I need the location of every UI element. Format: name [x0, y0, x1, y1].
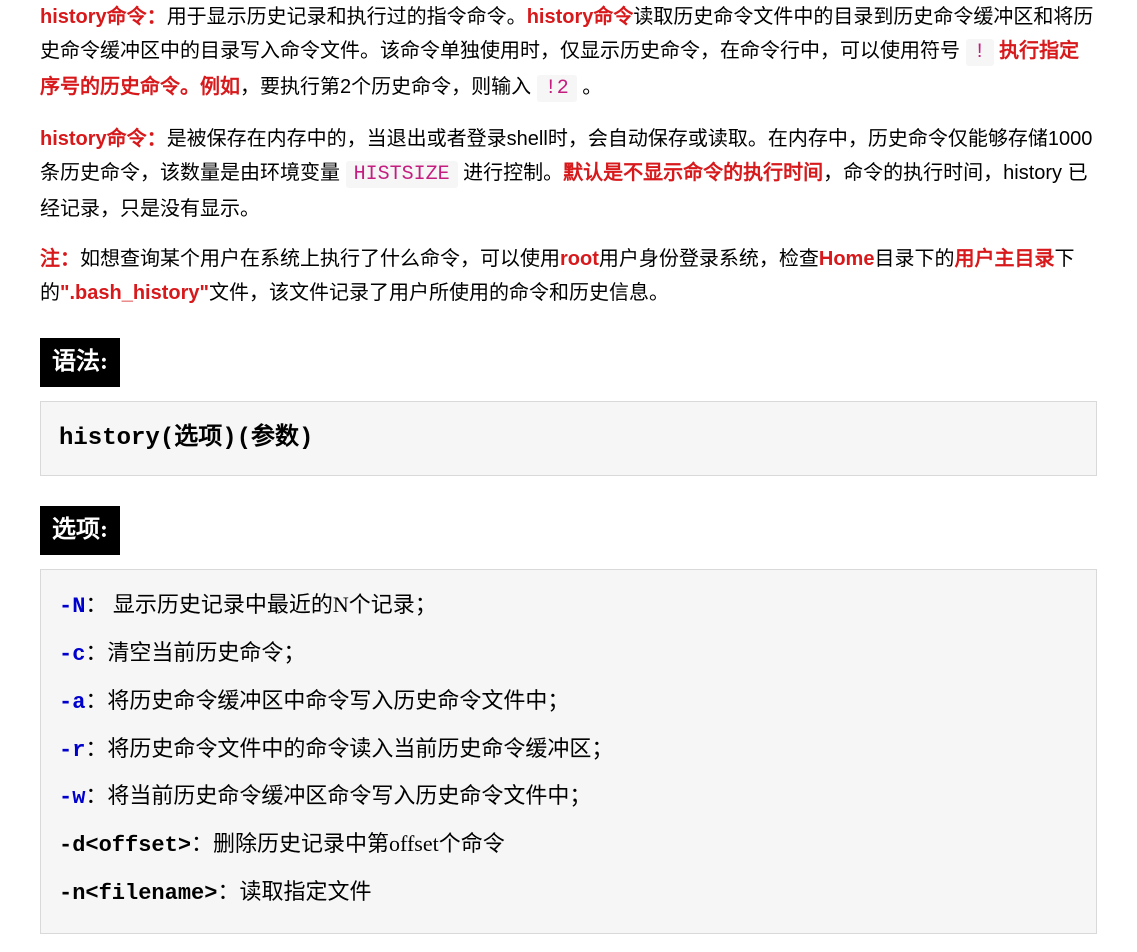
text: 用于显示历史记录和执行过的指令命令。 [167, 6, 527, 28]
header-syntax: 语法: [40, 338, 120, 387]
text: ，要执行第2个历史命令，则输入 [240, 76, 537, 98]
syntax-codeblock: history(选项)(参数) [40, 401, 1097, 477]
option-desc: 将历史命令文件中的命令读入当前历史命令缓冲区； [107, 736, 613, 761]
text: 目录下的 [874, 248, 954, 270]
text-default-no-time: 默认是不显示命令的执行时间 [563, 162, 823, 184]
option-row: -a：将历史命令缓冲区中命令写入历史命令文件中； [59, 680, 1078, 724]
option-flag-d: -d<offset> [59, 833, 191, 858]
option-colon: ： [85, 688, 107, 713]
text-home: Home [819, 248, 875, 270]
label-history-cmd-inline: history命令 [527, 6, 634, 28]
option-colon: ： [191, 831, 213, 856]
text: 。 [577, 76, 603, 98]
inline-code-histsize: HISTSIZE [346, 161, 458, 188]
option-colon: ： [85, 736, 107, 761]
option-row: -c：清空当前历史命令； [59, 632, 1078, 676]
text-bash-history: ".bash_history" [60, 282, 209, 304]
label-note: 注： [40, 248, 80, 270]
option-desc: 读取指定文件 [239, 879, 371, 904]
option-row: -N： 显示历史记录中最近的N个记录； [59, 584, 1078, 628]
text-example-label: 例如 [200, 76, 240, 98]
text: 文件，该文件记录了用户所使用的命令和历史信息。 [209, 282, 669, 304]
option-row: -r：将历史命令文件中的命令读入当前历史命令缓冲区； [59, 728, 1078, 772]
text: 如想查询某个用户在系统上执行了什么命令，可以使用 [80, 248, 560, 270]
option-row: -d<offset>：删除历史记录中第offset个命令 [59, 823, 1078, 867]
option-flag-N: -N [59, 594, 85, 619]
option-flag-c: -c [59, 642, 85, 667]
inline-code-bang: ! [966, 39, 994, 66]
options-codeblock: -N： 显示历史记录中最近的N个记录； -c：清空当前历史命令； -a：将历史命… [40, 569, 1097, 934]
option-colon: ： [85, 783, 107, 808]
option-desc: 显示历史记录中最近的N个记录； [107, 592, 436, 617]
option-desc: 清空当前历史命令； [107, 640, 305, 665]
option-flag-w: -w [59, 785, 85, 810]
option-colon: ： [85, 640, 107, 665]
option-colon: ： [85, 592, 107, 617]
option-flag-n: -n<filename> [59, 881, 217, 906]
option-flag-r: -r [59, 738, 85, 763]
option-row: -w：将当前历史命令缓冲区命令写入历史命令文件中； [59, 775, 1078, 819]
text: 进行控制。 [458, 162, 564, 184]
header-options: 选项: [40, 506, 120, 555]
paragraph-note: 注：如想查询某个用户在系统上执行了什么命令，可以使用root用户身份登录系统，检… [40, 242, 1097, 310]
syntax-text: history(选项)(参数) [59, 425, 313, 452]
paragraph-history-memory: history命令：是被保存在内存中的，当退出或者登录shell时，会自动保存或… [40, 122, 1097, 226]
inline-code-bang2: !2 [537, 75, 577, 102]
text-user-home-dir: 用户主目录 [954, 248, 1054, 270]
option-colon: ： [217, 879, 239, 904]
option-desc: 删除历史记录中第offset个命令 [213, 831, 505, 856]
option-row: -n<filename>：读取指定文件 [59, 871, 1078, 915]
paragraph-history-usage: history命令：用于显示历史记录和执行过的指令命令。history命令读取历… [40, 0, 1097, 106]
label-history-cmd: history命令： [40, 6, 167, 28]
option-desc: 将当前历史命令缓冲区命令写入历史命令文件中； [107, 783, 591, 808]
option-desc: 将历史命令缓冲区中命令写入历史命令文件中； [107, 688, 569, 713]
text: 用户身份登录系统，检查 [599, 248, 819, 270]
option-flag-a: -a [59, 690, 85, 715]
label-history-cmd: history命令： [40, 128, 167, 150]
text-root: root [560, 248, 599, 270]
